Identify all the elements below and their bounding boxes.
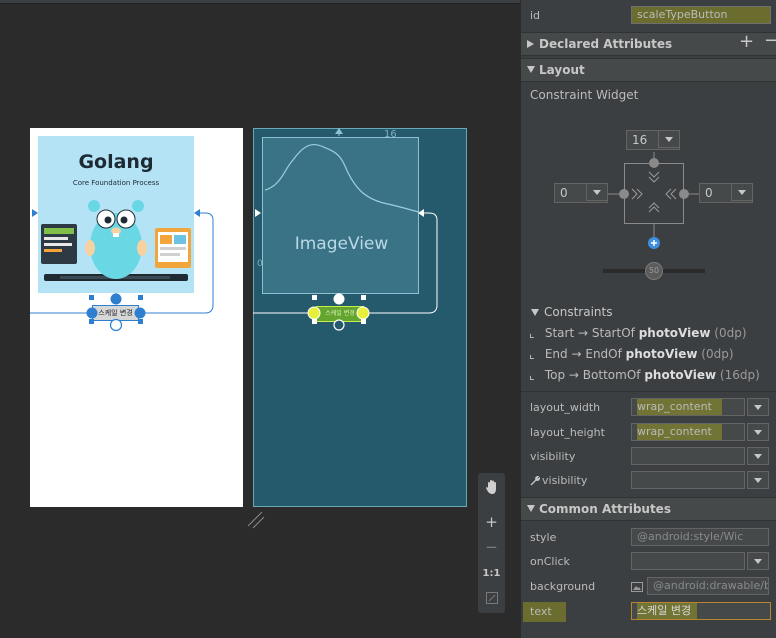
constraint-target: StartOf (591, 326, 635, 340)
design-canvas[interactable]: Golang Core Foundation Process 스케일 변경 16… (0, 0, 520, 638)
remove-attribute-button[interactable]: − (764, 30, 776, 51)
tools-visibility-label: visibility (542, 474, 588, 487)
expanded-arrow-icon (527, 66, 535, 73)
zoom-fit-icon[interactable] (478, 586, 505, 610)
constraint-target: EndOf (585, 347, 622, 361)
layout-height-field[interactable]: wrap_content (631, 423, 745, 441)
attributes-panel: id scaleTypeButton Declared Attributes +… (520, 0, 776, 638)
background-row: background @android:drawable/b (521, 577, 776, 601)
chevron-down-icon[interactable] (658, 130, 680, 148)
scale-type-button-design[interactable]: 스케일 변경 (92, 305, 139, 321)
constraint-value: (0dp) (701, 347, 734, 361)
add-attribute-button[interactable]: + (739, 31, 754, 52)
constraint-anchor: Start (544, 326, 575, 340)
layout-width-field[interactable]: wrap_content (631, 398, 745, 416)
style-row: style @android:style/Wic (521, 528, 776, 552)
style-field[interactable]: @android:style/Wic (631, 528, 769, 546)
constraint-target: BottomOf (582, 368, 641, 382)
photo-view[interactable]: Golang Core Foundation Process (38, 136, 194, 293)
constraint-view: photoView (638, 326, 711, 340)
constraint-item[interactable]: ⌞ End → EndOf photoView (0dp) (529, 347, 734, 361)
constraint-arrow: → (571, 347, 582, 361)
background-label: background (530, 580, 596, 593)
image-view-label: ImageView (294, 234, 389, 254)
constraint-link-icon: ⌞ (529, 326, 535, 340)
gopher-illustration (41, 200, 191, 281)
expanded-arrow-icon (527, 505, 535, 512)
declared-attributes-label: Declared Attributes (539, 37, 673, 51)
collapsed-arrow-icon (527, 40, 534, 48)
margin-top-value: 16 (632, 133, 648, 147)
constraint-view: photoView (625, 347, 698, 361)
blueprint-image-view[interactable]: ImageView (262, 137, 420, 294)
onclick-row: onClick (521, 552, 776, 576)
id-label: id (530, 9, 541, 22)
resize-handle-icon[interactable] (246, 510, 266, 530)
tools-visibility-row: visibility (521, 471, 776, 495)
background-field[interactable]: @android:drawable/b (647, 577, 769, 595)
zoom-in-button[interactable]: + (478, 510, 505, 534)
layout-height-value: wrap_content (637, 424, 722, 440)
tools-visibility-field[interactable] (631, 471, 745, 489)
expanded-arrow-icon (531, 309, 539, 316)
zoom-toolbar: + − 1:1 (478, 473, 505, 613)
text-label: text (523, 602, 566, 622)
layout-width-label: layout_width (530, 401, 601, 414)
text-value: 스케일 변경 (637, 603, 698, 619)
chevron-down-icon[interactable] (747, 423, 769, 441)
onclick-label: onClick (530, 555, 570, 568)
visibility-field[interactable] (631, 447, 745, 465)
canvas-top-border (0, 0, 520, 4)
constraint-item[interactable]: ⌞ Top → BottomOf photoView (16dp) (529, 368, 760, 382)
wrench-icon (530, 476, 540, 486)
layout-height-label: layout_height (530, 426, 605, 439)
chevron-down-icon[interactable] (747, 471, 769, 489)
text-field[interactable]: 스케일 변경 (631, 602, 771, 620)
layout-header[interactable]: Layout (521, 58, 776, 82)
zoom-out-button[interactable]: − (478, 535, 505, 559)
layout-label: Layout (539, 63, 585, 77)
blueprint-surface[interactable]: 16 ImageView 0 스케일 변경 (253, 128, 467, 507)
id-field[interactable]: scaleTypeButton (631, 6, 771, 24)
chevron-down-icon[interactable] (747, 552, 769, 570)
common-attributes-header[interactable]: Common Attributes (521, 497, 776, 521)
constraint-link-icon: ⌞ (529, 368, 535, 382)
chevron-down-icon[interactable] (747, 398, 769, 416)
visibility-row: visibility (521, 447, 776, 471)
zoom-one-to-one-button[interactable]: 1:1 (478, 562, 505, 586)
constraint-value: (0dp) (714, 326, 747, 340)
scale-type-button-blueprint[interactable]: 스케일 변경 (316, 306, 364, 322)
constraint-view: photoView (644, 368, 717, 382)
constraints-header[interactable]: Constraints (544, 305, 612, 319)
image-picker-icon[interactable] (631, 581, 643, 593)
chevron-down-icon[interactable] (747, 447, 769, 465)
constraint-arrow: → (568, 368, 579, 382)
constraint-widget-label: Constraint Widget (530, 88, 639, 102)
constraint-arrow: → (577, 326, 589, 340)
blueprint-side-margin: 0 (257, 259, 263, 269)
id-row: id scaleTypeButton (521, 6, 776, 30)
pan-hand-icon[interactable] (478, 475, 505, 499)
layout-height-row: layout_height wrap_content (521, 423, 776, 447)
margin-top-dropdown[interactable]: 16 (626, 130, 680, 150)
divider (521, 391, 776, 392)
declared-attributes-header[interactable]: Declared Attributes (521, 32, 776, 56)
design-surface[interactable]: Golang Core Foundation Process 스케일 변경 (30, 128, 243, 507)
style-label: style (530, 531, 557, 544)
common-attributes-label: Common Attributes (539, 502, 671, 516)
layout-width-row: layout_width wrap_content (521, 398, 776, 422)
bias-slider-knob[interactable]: 50 (645, 262, 663, 280)
onclick-field[interactable] (631, 552, 745, 570)
layout-width-value: wrap_content (637, 399, 722, 415)
image-placeholder-curve (264, 143, 420, 213)
text-row: text 스케일 변경 (521, 602, 776, 626)
constraint-value: (16dp) (719, 368, 760, 382)
visibility-label: visibility (530, 450, 576, 463)
constraint-anchor: End (544, 347, 568, 361)
constraint-anchor: Top (544, 368, 566, 382)
constraint-item[interactable]: ⌞ Start → StartOf photoView (0dp) (529, 326, 747, 340)
constraint-link-icon: ⌞ (529, 347, 535, 361)
constraint-widget-graphics (608, 152, 699, 249)
